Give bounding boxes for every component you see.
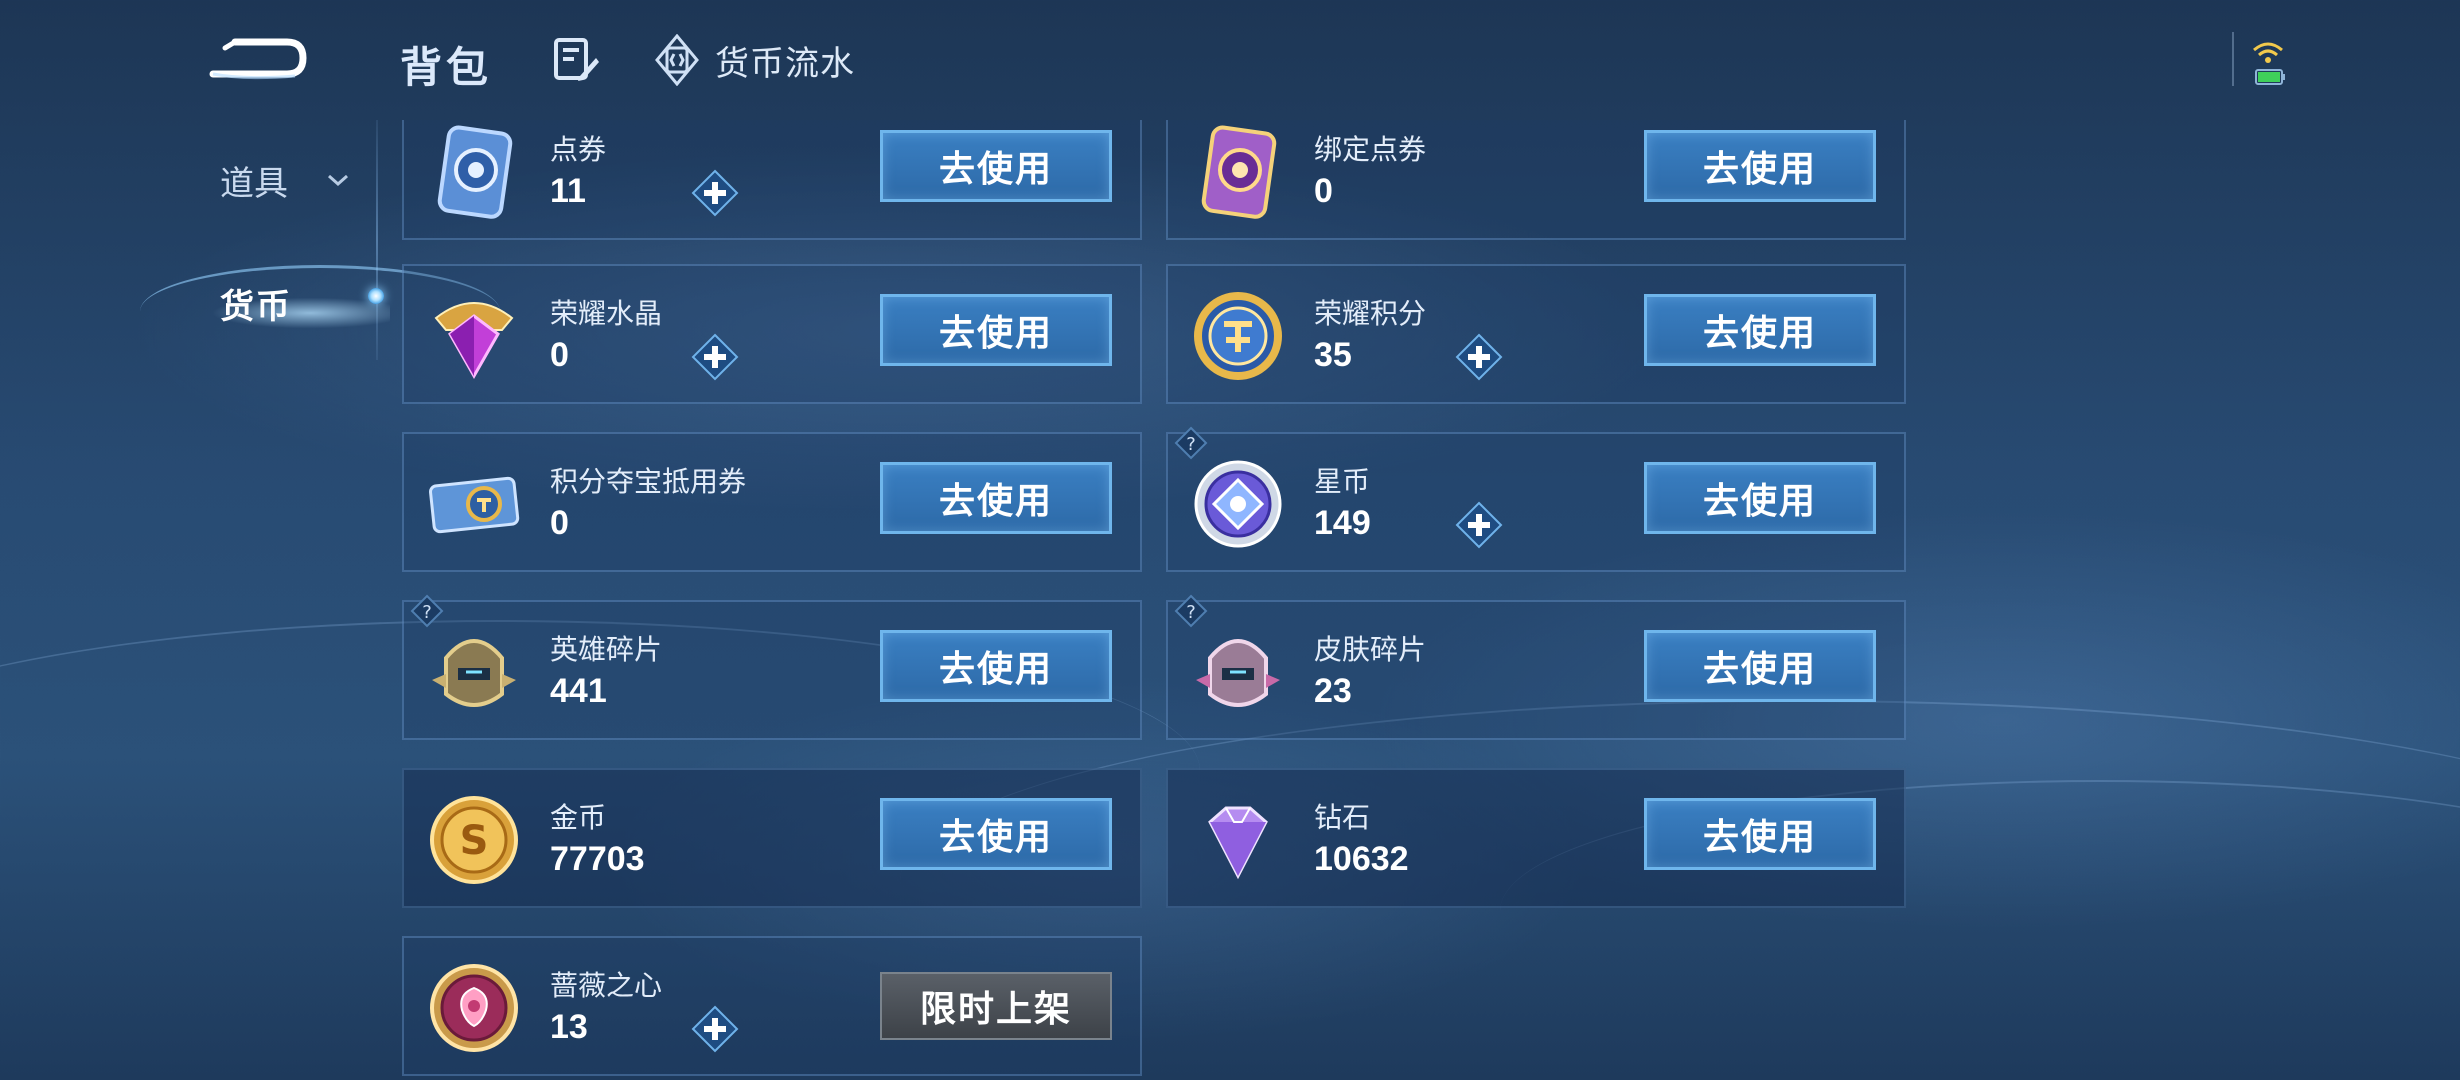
svg-text:?: ?: [1186, 602, 1196, 623]
currency-count: 0: [550, 336, 569, 374]
skin-fragment-icon: [1190, 624, 1286, 720]
currency-count: 11: [550, 172, 586, 210]
use-button[interactable]: 去使用: [880, 294, 1112, 366]
use-button[interactable]: 去使用: [880, 462, 1112, 534]
currency-card: 点券 11 去使用: [402, 120, 1142, 240]
currency-name: 荣耀水晶: [550, 298, 663, 329]
currency-name: 绑定点券: [1314, 134, 1427, 165]
limited-time-button[interactable]: 限时上架: [880, 972, 1112, 1040]
currency-name: 点券: [550, 134, 607, 165]
currency-card: 钻石 10632 去使用: [1166, 768, 1906, 908]
wifi-battery-icon: [2248, 36, 2288, 88]
currency-name: 积分夺宝抵用券: [550, 466, 747, 497]
plus-icon: [691, 169, 739, 217]
plus-icon: [1455, 333, 1503, 381]
currency-name: 星币: [1314, 466, 1371, 497]
currency-flow-button[interactable]: 货币流水: [655, 32, 855, 88]
page-title: 背包: [400, 44, 493, 91]
currency-name: 金币: [550, 802, 607, 833]
plus-icon: [691, 1005, 739, 1053]
ticket-purple-icon: [1190, 124, 1286, 220]
currency-card: ? 皮肤碎片 23 去使用: [1166, 594, 1906, 740]
currency-name: 蔷薇之心: [550, 970, 663, 1001]
svg-text:S: S: [460, 818, 489, 864]
currency-card: 积分夺宝抵用券 0 去使用: [402, 432, 1142, 572]
add-button[interactable]: [690, 332, 740, 382]
plus-icon: [691, 333, 739, 381]
currency-count: 10632: [1314, 840, 1409, 878]
add-button[interactable]: [690, 168, 740, 218]
currency-card: ? 星币 149 去使用: [1166, 426, 1906, 572]
add-button[interactable]: [690, 1004, 740, 1054]
currency-count: 0: [550, 504, 569, 542]
back-arrow-icon: [209, 38, 307, 80]
help-icon[interactable]: ?: [410, 594, 444, 628]
star-coin-icon: [1190, 456, 1286, 552]
currency-card: 荣耀积分 35 去使用: [1166, 264, 1906, 404]
currency-name: 英雄碎片: [550, 634, 663, 665]
currency-count: 77703: [550, 840, 645, 878]
currency-name: 钻石: [1314, 802, 1371, 833]
currency-name: 荣耀积分: [1314, 298, 1427, 329]
currency-name: 皮肤碎片: [1314, 634, 1427, 665]
use-button[interactable]: 去使用: [1644, 130, 1876, 202]
glory-crystal-icon: [426, 288, 522, 384]
use-button[interactable]: 去使用: [880, 130, 1112, 202]
status-divider: [2232, 32, 2234, 86]
svg-text:?: ?: [1186, 434, 1196, 455]
gold-coin-icon: S: [426, 792, 522, 888]
currency-card: S 金币 77703 去使用: [402, 768, 1142, 908]
back-button[interactable]: [205, 28, 315, 88]
glory-points-icon: [1190, 288, 1286, 384]
svg-text:?: ?: [422, 602, 432, 623]
use-button[interactable]: 去使用: [1644, 462, 1876, 534]
help-icon[interactable]: ?: [1174, 426, 1208, 460]
currency-card: 荣耀水晶 0 去使用: [402, 264, 1142, 404]
edit-icon[interactable]: [552, 36, 600, 84]
plus-icon: [1455, 501, 1503, 549]
currency-count: 149: [1314, 504, 1371, 542]
currency-card: ? 英雄碎片 441 去使用: [402, 594, 1142, 740]
currency-flow-icon: [655, 34, 699, 86]
add-button[interactable]: [1454, 500, 1504, 550]
use-button[interactable]: 去使用: [1644, 630, 1876, 702]
diamond-icon: [1190, 792, 1286, 888]
currency-count: 23: [1314, 672, 1352, 710]
currency-card: 蔷薇之心 13 限时上架: [402, 936, 1142, 1076]
use-button[interactable]: 去使用: [880, 798, 1112, 870]
points-voucher-icon: [426, 456, 522, 552]
use-button[interactable]: 去使用: [880, 630, 1112, 702]
currency-count: 35: [1314, 336, 1352, 374]
currency-grid: 点券 11 去使用 绑定点券 0 去使用 荣耀水晶 0 去使用 荣耀积分 35 …: [0, 120, 2460, 1080]
add-button[interactable]: [1454, 332, 1504, 382]
top-bar: 背包 货币流水: [0, 0, 2460, 120]
use-button[interactable]: 去使用: [1644, 294, 1876, 366]
ticket-blue-icon: [426, 124, 522, 220]
currency-count: 13: [550, 1008, 588, 1046]
use-button[interactable]: 去使用: [1644, 798, 1876, 870]
currency-flow-label: 货币流水: [715, 44, 855, 83]
currency-count: 441: [550, 672, 607, 710]
currency-card: 绑定点券 0 去使用: [1166, 120, 1906, 240]
rose-heart-icon: [426, 960, 522, 1056]
help-icon[interactable]: ?: [1174, 594, 1208, 628]
hero-fragment-icon: [426, 624, 522, 720]
currency-count: 0: [1314, 172, 1333, 210]
